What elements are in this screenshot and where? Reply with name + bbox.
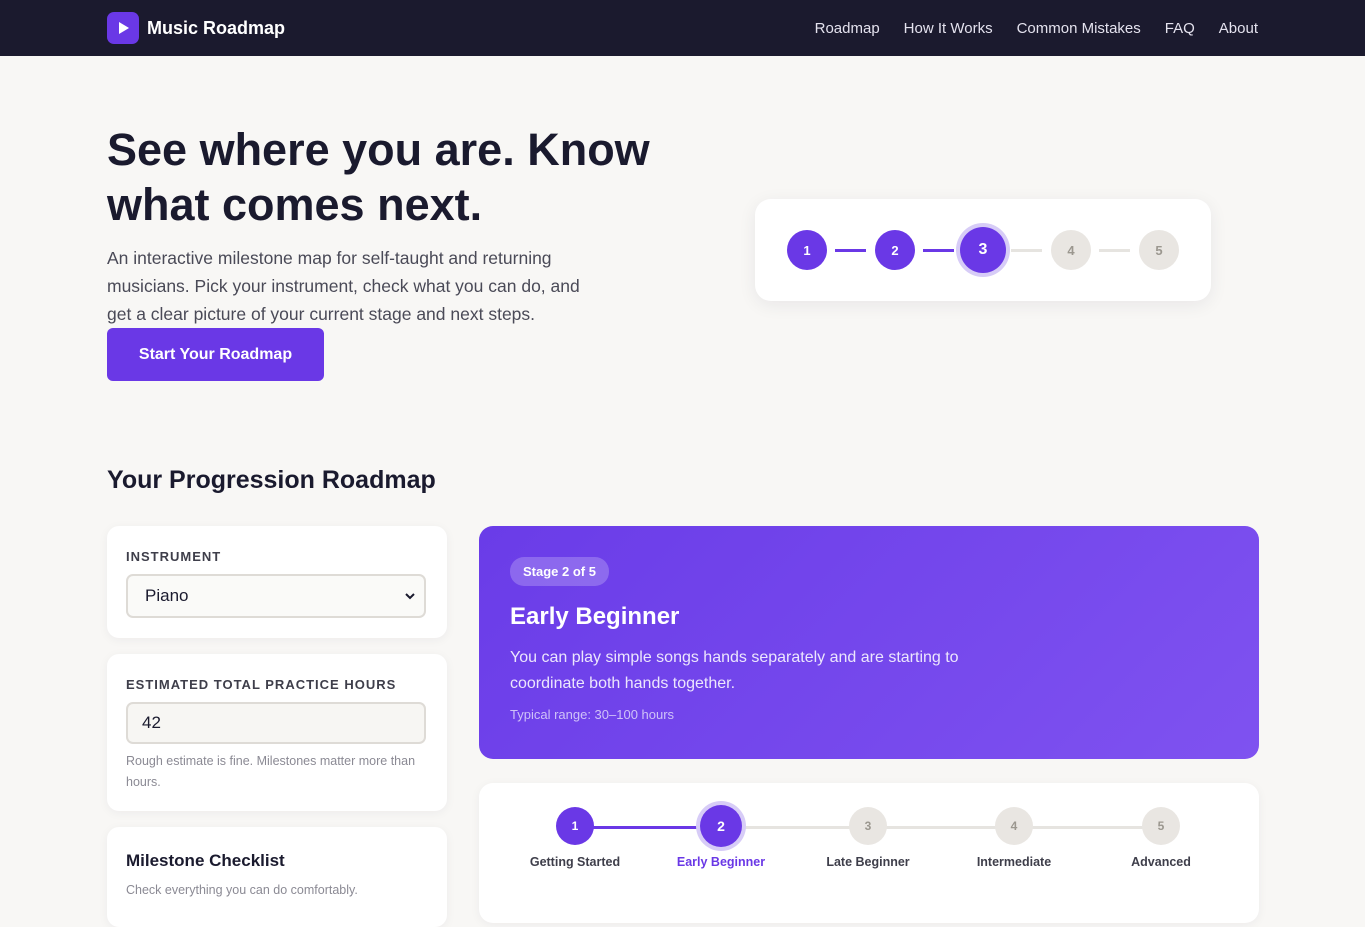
preview-connector	[1099, 249, 1130, 252]
hero-title: See where you are. Know what comes next.	[107, 124, 650, 230]
practice-hours-value: 42	[142, 713, 161, 732]
practice-hours-panel: ESTIMATED TOTAL PRACTICE HOURS 42 Rough …	[107, 654, 447, 811]
nav-link-faq[interactable]: FAQ	[1165, 20, 1195, 37]
brand[interactable]: Music Roadmap	[107, 12, 285, 44]
main-nav: Roadmap How It Works Common Mistakes FAQ…	[815, 20, 1258, 37]
track-step-number: 1	[556, 807, 594, 845]
track-step-2[interactable]: 2 Early Beginner	[651, 805, 791, 869]
track-step-1[interactable]: 1 Getting Started	[505, 807, 645, 869]
practice-hours-input[interactable]: 42	[126, 702, 426, 744]
preview-connector	[1011, 249, 1042, 252]
track-step-number: 3	[849, 807, 887, 845]
track-step-label: Intermediate	[976, 855, 1052, 869]
instrument-select[interactable]: Piano	[126, 574, 426, 618]
track-step-5[interactable]: 5 Advanced	[1091, 807, 1231, 869]
preview-step-2: 2	[875, 230, 915, 270]
preview-step-5: 5	[1139, 230, 1179, 270]
start-roadmap-button[interactable]: Start Your Roadmap	[107, 328, 324, 381]
stage-track-card: 1 Getting Started 2 Early Beginner 3 Lat…	[479, 783, 1259, 923]
practice-hours-hint: Rough estimate is fine. Milestones matte…	[126, 754, 416, 789]
track-step-label: Late Beginner	[826, 855, 910, 869]
nav-link-how-it-works[interactable]: How It Works	[904, 20, 993, 37]
stage-range: Typical range: 30–100 hours	[510, 707, 675, 722]
nav-link-common-mistakes[interactable]: Common Mistakes	[1017, 20, 1141, 37]
track-step-4[interactable]: 4 Intermediate	[944, 807, 1084, 869]
track-step-number: 2	[700, 805, 742, 847]
hero-section: See where you are. Know what comes next.…	[0, 56, 1365, 456]
preview-step-3: 3	[960, 227, 1006, 273]
track-step-label: Advanced	[1131, 855, 1191, 869]
stage-name: Early Beginner	[510, 603, 680, 630]
preview-connector	[835, 249, 866, 252]
play-icon	[107, 12, 139, 44]
stage-preview-card: 1 2 3 4 5	[755, 199, 1211, 301]
milestone-checklist-panel: Milestone Checklist Check everything you…	[107, 827, 447, 927]
brand-name: Music Roadmap	[147, 17, 286, 38]
practice-hours-label: ESTIMATED TOTAL PRACTICE HOURS	[126, 677, 397, 692]
hero-subtitle: An interactive milestone map for self-ta…	[107, 248, 580, 324]
instrument-panel: INSTRUMENT Piano	[107, 526, 447, 638]
stage-description: You can play simple songs hands separate…	[510, 649, 959, 692]
track-step-number: 4	[995, 807, 1033, 845]
nav-link-roadmap[interactable]: Roadmap	[815, 20, 880, 37]
roadmap-section-title: Your Progression Roadmap	[107, 466, 436, 494]
track-step-3[interactable]: 3 Late Beginner	[798, 807, 938, 869]
instrument-select-value: Piano	[145, 586, 189, 605]
checklist-description: Check everything you can do comfortably.	[126, 883, 358, 897]
chevron-down-icon	[405, 593, 415, 600]
track-step-number: 5	[1142, 807, 1180, 845]
checklist-title: Milestone Checklist	[126, 851, 285, 870]
preview-step-4: 4	[1051, 230, 1091, 270]
track-step-label: Getting Started	[529, 855, 621, 869]
track-step-label: Early Beginner	[676, 855, 766, 869]
current-stage-card: Stage 2 of 5 Early Beginner You can play…	[479, 526, 1259, 759]
stage-badge: Stage 2 of 5	[510, 557, 609, 586]
instrument-label: INSTRUMENT	[126, 549, 222, 564]
nav-link-about[interactable]: About	[1219, 20, 1258, 37]
preview-connector	[923, 249, 954, 252]
preview-step-1: 1	[787, 230, 827, 270]
top-nav-bar: Music Roadmap Roadmap How It Works Commo…	[0, 0, 1365, 56]
